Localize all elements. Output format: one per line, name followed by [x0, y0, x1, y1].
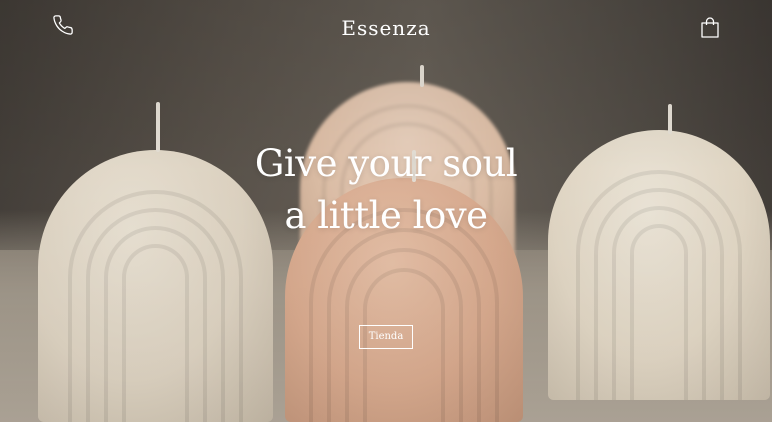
shopping-bag-icon[interactable] — [701, 17, 719, 38]
brand-logo[interactable]: Essenza — [0, 16, 772, 40]
hero-headline: Give your soul a little love — [0, 138, 772, 242]
headline-line-1: Give your soul — [254, 142, 518, 185]
hero-section: Essenza Give your soul a little love Tie… — [0, 0, 772, 422]
headline-line-2: a little love — [284, 194, 488, 237]
shop-button[interactable]: Tienda — [359, 325, 413, 349]
